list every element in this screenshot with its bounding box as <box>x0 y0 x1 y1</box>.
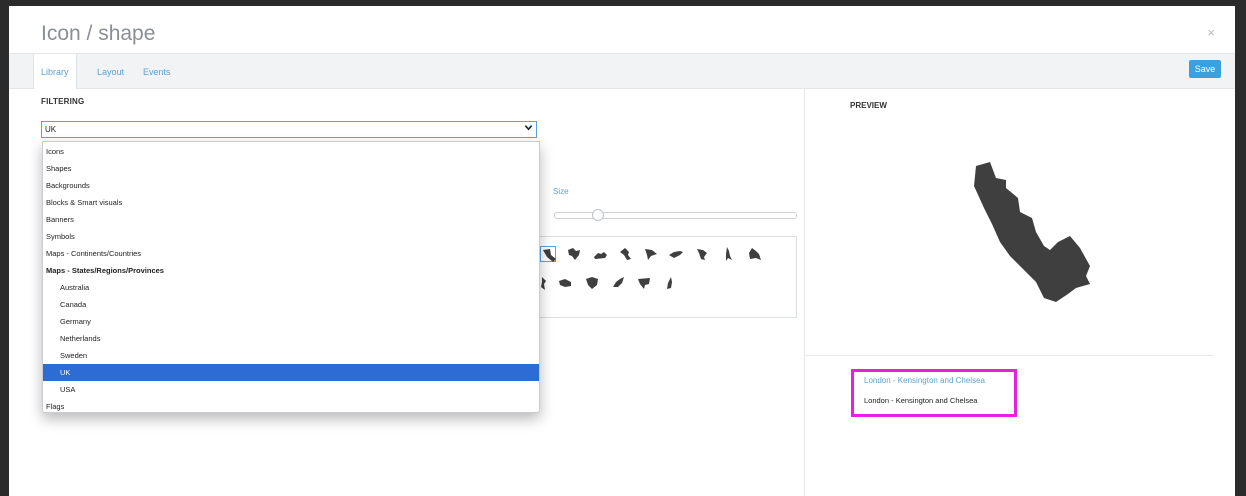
category-select[interactable]: UK <box>41 121 537 138</box>
preview-divider <box>805 355 1214 356</box>
pane-divider <box>804 88 805 496</box>
shape-gallery <box>533 236 797 318</box>
dropdown-option[interactable]: Australia <box>43 279 539 296</box>
tab-layout[interactable]: Layout <box>97 54 124 88</box>
dropdown-option[interactable]: Flags <box>43 398 539 415</box>
shape-thumbnail[interactable] <box>694 246 710 262</box>
tab-library[interactable]: Library <box>33 54 77 89</box>
preview-heading: PREVIEW <box>850 101 887 110</box>
preview-shape <box>940 158 1120 308</box>
shape-thumbnail[interactable] <box>584 275 600 291</box>
close-icon[interactable]: × <box>1207 25 1215 40</box>
dropdown-option[interactable]: Netherlands <box>43 330 539 347</box>
dropdown-option[interactable]: Sweden <box>43 347 539 364</box>
shape-name: London - Kensington and Chelsea <box>864 396 978 405</box>
dropdown-option[interactable]: Shapes <box>43 160 539 177</box>
dropdown-option[interactable]: Icons <box>43 143 539 160</box>
dropdown-option[interactable]: USA <box>43 381 539 398</box>
filtering-heading: FILTERING <box>41 97 85 106</box>
dropdown-option[interactable]: Maps - Continents/Countries <box>43 245 539 262</box>
dropdown-option[interactable]: Canada <box>43 296 539 313</box>
shape-thumbnail[interactable] <box>720 246 736 262</box>
tab-bar: Library Layout Events Save <box>9 53 1235 89</box>
dropdown-group-label: Maps - States/Regions/Provinces <box>46 266 164 275</box>
shape-thumbnail[interactable] <box>617 246 633 262</box>
tab-events[interactable]: Events <box>143 54 171 88</box>
chevron-down-icon <box>524 122 533 137</box>
shape-thumbnail[interactable] <box>592 246 608 262</box>
save-button[interactable]: Save <box>1189 60 1221 78</box>
dropdown-option[interactable]: Backgrounds <box>43 177 539 194</box>
size-label: Size <box>553 187 569 196</box>
shape-thumbnail[interactable] <box>642 246 658 262</box>
shape-thumbnail[interactable] <box>668 246 684 262</box>
shape-thumbnail[interactable] <box>636 275 652 291</box>
dropdown-option[interactable]: Germany <box>43 313 539 330</box>
dropdown-option[interactable]: Symbols <box>43 228 539 245</box>
shape-thumbnail[interactable] <box>540 246 556 262</box>
dialog-title: Icon / shape <box>41 22 156 45</box>
shape-thumbnail[interactable] <box>566 246 582 262</box>
shape-thumbnail[interactable] <box>610 275 626 291</box>
size-slider[interactable] <box>554 212 797 219</box>
dropdown-option[interactable]: Blocks & Smart visuals <box>43 194 539 211</box>
shape-thumbnail[interactable] <box>662 275 678 291</box>
dropdown-option[interactable]: Banners <box>43 211 539 228</box>
shape-link[interactable]: London - Kensington and Chelsea <box>864 376 985 385</box>
category-select-value: UK <box>45 125 57 134</box>
shape-thumbnail[interactable] <box>746 246 762 262</box>
dropdown-option[interactable]: UK <box>43 364 539 381</box>
shape-thumbnail[interactable] <box>557 275 573 291</box>
category-dropdown-list: Icons Shapes Backgrounds Blocks & Smart vis… <box>42 141 540 413</box>
